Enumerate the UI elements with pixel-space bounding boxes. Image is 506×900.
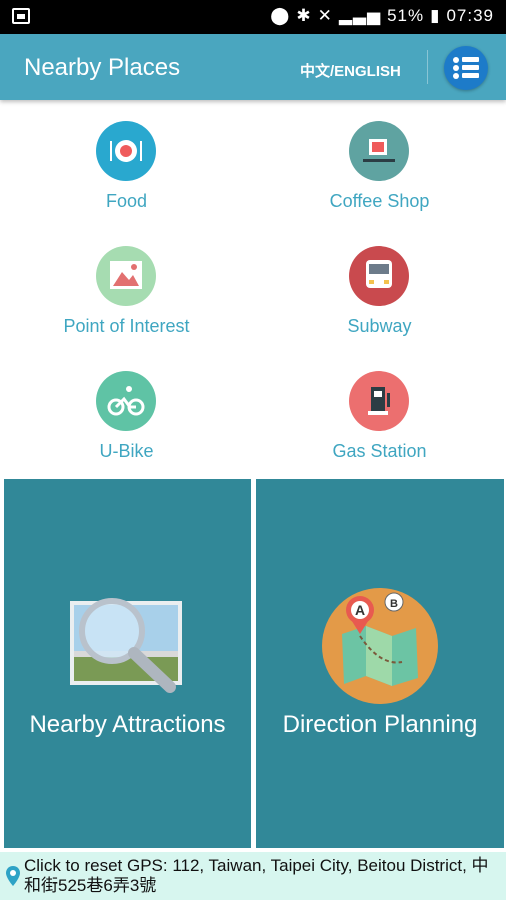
category-label: Subway (347, 316, 412, 336)
tile-label: Direction Planning (282, 711, 478, 738)
clock: 07:39 (446, 6, 494, 25)
category-label: Point of Interest (63, 316, 190, 336)
category-coffee-shop[interactable]: Coffee Shop (253, 121, 506, 241)
battery-icon: ▮ (430, 6, 441, 25)
category-label: Coffee Shop (329, 191, 430, 211)
train-icon (349, 246, 409, 306)
svg-text:A: A (355, 602, 365, 618)
menu-bullet (453, 73, 459, 79)
category-label: Gas Station (332, 441, 427, 461)
nearby-attractions-tile[interactable]: Nearby Attractions (4, 479, 251, 848)
category-u-bike[interactable]: U-Bike (0, 371, 253, 491)
category-food[interactable]: Food (0, 121, 253, 241)
menu-line (462, 73, 479, 78)
status-bar: ⬤ ✱ ✕ ▂▃▅ 51% ▮ 07:39 (0, 0, 506, 34)
signal-icon: ▂▃▅ (338, 6, 382, 25)
status-icons: ⬤ ✱ ✕ ▂▃▅ 51% ▮ 07:39 (270, 6, 494, 26)
category-label: Food (105, 191, 148, 211)
location-icon: ⬤ (270, 6, 291, 25)
menu-line (462, 57, 479, 62)
picture-landmark-icon (96, 246, 156, 306)
fuel-pump-icon (349, 371, 409, 431)
tile-label: Nearby Attractions (29, 711, 226, 738)
category-subway[interactable]: Subway (253, 246, 506, 366)
mute-icon: ✕ (317, 6, 333, 25)
magnifier-photo-icon (66, 591, 186, 700)
menu-bullet (453, 57, 459, 63)
coffee-cup-icon (349, 121, 409, 181)
appbar-divider (427, 50, 428, 84)
language-toggle[interactable]: 中文/ENGLISH (300, 60, 401, 81)
category-gas-station[interactable]: Gas Station (253, 371, 506, 491)
category-label: U-Bike (99, 441, 154, 461)
battery-percent: 51% (387, 6, 425, 25)
app-bar: Nearby Places 中文/ENGLISH (0, 34, 506, 100)
direction-planning-tile[interactable]: A B Direction Planning (256, 479, 504, 848)
location-pin-icon (6, 866, 20, 891)
route-map-icon: A B (320, 586, 440, 711)
gallery-notification-icon (12, 8, 30, 24)
gps-reset-bar[interactable]: Click to reset GPS: 112, Taiwan, Taipei … (0, 852, 506, 900)
bicycle-icon (96, 371, 156, 431)
svg-text:B: B (390, 598, 398, 610)
menu-list-button[interactable] (444, 46, 488, 90)
bluetooth-icon: ✱ (296, 6, 312, 25)
menu-bullet (453, 65, 459, 71)
gps-address-text: Click to reset GPS: 112, Taiwan, Taipei … (24, 856, 489, 895)
food-icon (96, 121, 156, 181)
page-title: Nearby Places (24, 54, 181, 81)
category-point-of-interest[interactable]: Point of Interest (0, 246, 253, 366)
menu-line (462, 65, 479, 70)
